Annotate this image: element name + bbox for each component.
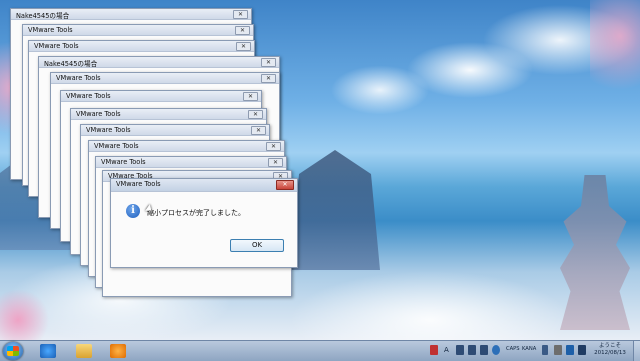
window-title: VMware Tools — [56, 74, 101, 82]
close-icon[interactable]: ✕ — [236, 42, 251, 51]
close-icon[interactable]: ✕ — [268, 158, 283, 167]
internet-explorer-icon[interactable] — [40, 344, 56, 358]
window-title: Nake4545の場合 — [16, 12, 70, 20]
file-explorer-icon[interactable] — [76, 344, 92, 358]
tray-flag-icon[interactable] — [430, 345, 438, 355]
close-icon[interactable]: ✕ — [243, 92, 258, 101]
window-title: Nake4545の場合 — [44, 60, 98, 68]
window-titlebar[interactable]: VMware Tools ✕ — [51, 73, 279, 84]
window-titlebar[interactable]: VMware Tools ✕ — [29, 41, 254, 52]
vmware-tools-dialog[interactable]: VMware Tools ✕ i 縮小プロセスが完了しました。 OK — [110, 178, 298, 268]
tray-vmware-icon[interactable] — [554, 345, 562, 355]
window-titlebar[interactable]: Nake4545の場合 ✕ — [11, 9, 251, 20]
taskbar: A CAPS KANA ようこそ 2012/08/13 — [0, 340, 640, 361]
window-titlebar[interactable]: VMware Tools ✕ — [81, 125, 269, 136]
pagoda-right — [560, 175, 630, 330]
media-player-icon[interactable] — [110, 344, 126, 358]
taskbar-clock[interactable]: ようこそ 2012/08/13 — [590, 343, 630, 357]
window-title: VMware Tools — [28, 26, 73, 34]
dialog-message: 縮小プロセスが完了しました。 — [147, 209, 245, 217]
window-titlebar[interactable]: Nake4545の場合 ✕ — [39, 57, 279, 68]
window-titlebar[interactable]: VMware Tools ✕ — [89, 141, 284, 152]
tray-ime-icon[interactable] — [456, 345, 464, 355]
window-title: VMware Tools — [86, 126, 131, 134]
close-icon[interactable]: ✕ — [251, 126, 266, 135]
window-titlebar[interactable]: VMware Tools ✕ — [71, 109, 266, 120]
window-titlebar[interactable]: VMware Tools ✕ — [23, 25, 253, 36]
dialog-title: VMware Tools — [116, 180, 161, 188]
ok-button[interactable]: OK — [230, 239, 284, 252]
window-titlebar[interactable]: VMware Tools ✕ — [61, 91, 261, 102]
cherry-blossom-bottom — [0, 290, 60, 340]
desktop-wallpaper: Nake4545の場合 ✕ VMware Tools ✕ VMware Tool… — [0, 0, 640, 340]
tray-volume-icon[interactable] — [578, 345, 586, 355]
tray-network-icon[interactable] — [566, 345, 574, 355]
info-icon: i — [126, 204, 140, 218]
close-icon[interactable]: ✕ — [233, 10, 248, 19]
tray-help-icon[interactable] — [492, 345, 500, 355]
show-desktop-button[interactable] — [633, 341, 640, 361]
tray-settings-icon[interactable] — [468, 345, 476, 355]
tray-language[interactable]: A — [444, 346, 449, 354]
close-icon[interactable]: ✕ — [248, 110, 263, 119]
close-icon[interactable]: ✕ — [261, 74, 276, 83]
window-title: VMware Tools — [76, 110, 121, 118]
window-title: VMware Tools — [66, 92, 111, 100]
windows-logo-icon — [7, 346, 19, 356]
tray-caps: CAPS — [506, 346, 520, 352]
start-button[interactable] — [3, 342, 23, 360]
window-title: VMware Tools — [94, 142, 139, 150]
dialog-titlebar[interactable]: VMware Tools ✕ — [111, 179, 297, 192]
close-icon[interactable]: ✕ — [266, 142, 281, 151]
window-title: VMware Tools — [101, 158, 146, 166]
close-icon[interactable]: ✕ — [276, 180, 294, 190]
close-icon[interactable]: ✕ — [235, 26, 250, 35]
window-titlebar[interactable]: VMware Tools ✕ — [96, 157, 286, 168]
tray-keyboard-icon[interactable] — [480, 345, 488, 355]
tray-arrow-icon[interactable] — [542, 345, 548, 355]
tray-kana: KANA — [522, 346, 537, 352]
close-icon[interactable]: ✕ — [261, 58, 276, 67]
cherry-blossom-right — [590, 0, 640, 120]
clock-time: ようこそ — [598, 343, 621, 349]
clock-date: 2012/08/13 — [594, 350, 626, 356]
window-title: VMware Tools — [34, 42, 79, 50]
castle-middle — [290, 150, 380, 270]
